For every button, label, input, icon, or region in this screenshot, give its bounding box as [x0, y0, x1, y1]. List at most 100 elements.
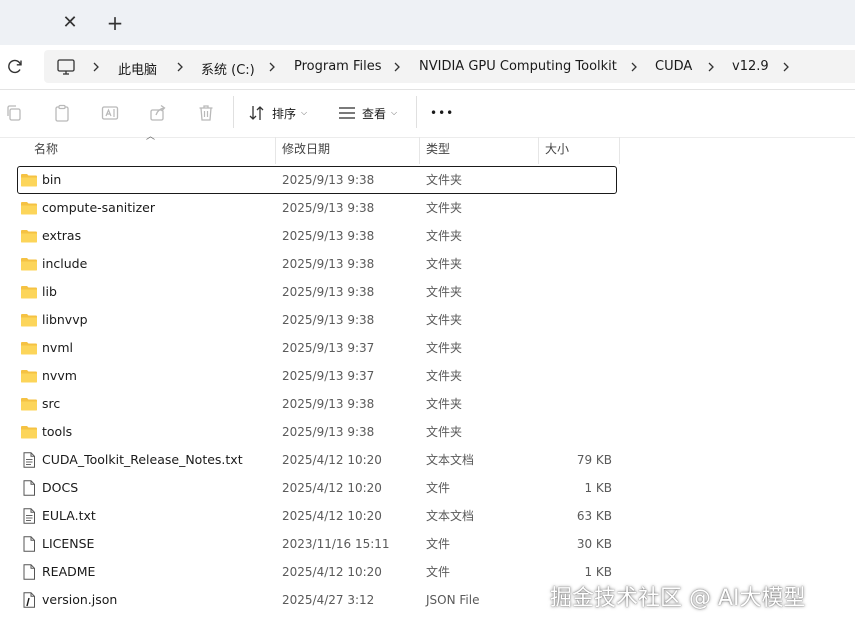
file-name: tools: [42, 424, 73, 439]
text-file-icon: [20, 452, 38, 468]
file-type: 文件夹: [426, 341, 463, 355]
file-date: 2025/4/27 3:12: [282, 593, 375, 607]
file-name: include: [42, 256, 88, 271]
file-type: 文件夹: [426, 425, 463, 439]
more-options-button[interactable]: •••: [430, 101, 454, 125]
file-name: lib: [42, 284, 57, 299]
file-icon: [20, 564, 38, 580]
view-label: 查看: [362, 106, 387, 121]
chevron-right-icon[interactable]: [628, 59, 640, 75]
breadcrumb-program-files[interactable]: Program Files: [294, 59, 382, 74]
file-row[interactable]: LICENSE 2023/11/16 15:11 文件 30 KB: [18, 531, 616, 557]
new-tab-button[interactable]: +: [104, 12, 126, 34]
paste-icon[interactable]: [52, 103, 72, 123]
column-divider[interactable]: [619, 137, 620, 164]
file-type: 文件夹: [426, 285, 463, 299]
file-name: README: [42, 564, 96, 579]
json-file-icon: [20, 592, 38, 608]
share-icon[interactable]: [148, 103, 168, 123]
sort-label: 排序: [272, 106, 297, 121]
column-divider[interactable]: [275, 137, 276, 164]
file-type: 文件夹: [426, 369, 463, 383]
view-button[interactable]: 查看 ⌵: [338, 101, 397, 125]
file-type: 文本文档: [426, 509, 475, 523]
file-type: 文件: [426, 565, 451, 579]
file-date: 2025/4/12 10:20: [282, 509, 382, 523]
breadcrumb-this-pc[interactable]: 此电脑: [118, 59, 157, 78]
file-date: 2025/9/13 9:38: [282, 229, 375, 243]
file-name: LICENSE: [42, 536, 95, 551]
file-date: 2025/4/12 10:20: [282, 481, 382, 495]
file-row[interactable]: compute-sanitizer 2025/9/13 9:38 文件夹: [18, 195, 616, 221]
file-row[interactable]: lib 2025/9/13 9:38 文件夹: [18, 279, 616, 305]
chevron-right-icon[interactable]: [174, 59, 186, 75]
sort-icon: [249, 106, 264, 120]
column-divider[interactable]: [419, 137, 420, 164]
file-type: 文件夹: [426, 257, 463, 271]
file-icon: [20, 480, 38, 496]
rename-icon[interactable]: [100, 103, 120, 123]
column-type[interactable]: 类型: [426, 137, 450, 164]
breadcrumb-cuda[interactable]: CUDA: [655, 59, 692, 74]
address-bar[interactable]: 此电脑 系统 (C:) Program Files NVIDIA GPU Com…: [44, 50, 855, 83]
navigation-bar: 此电脑 系统 (C:) Program Files NVIDIA GPU Com…: [0, 45, 855, 90]
chevron-right-icon[interactable]: [266, 59, 278, 75]
folder-icon: [20, 256, 38, 272]
file-row[interactable]: DOCS 2025/4/12 10:20 文件 1 KB: [18, 475, 616, 501]
column-size[interactable]: 大小: [545, 137, 569, 164]
file-row[interactable]: include 2025/9/13 9:38 文件夹: [18, 251, 616, 277]
file-date: 2025/9/13 9:37: [282, 341, 375, 355]
file-name: bin: [42, 172, 62, 187]
file-date: 2025/9/13 9:38: [282, 257, 375, 271]
breadcrumb-system-drive[interactable]: 系统 (C:): [201, 59, 255, 78]
file-row[interactable]: src 2025/9/13 9:38 文件夹: [18, 391, 616, 417]
file-name: extras: [42, 228, 82, 243]
file-row[interactable]: extras 2025/9/13 9:38 文件夹: [18, 223, 616, 249]
refresh-icon[interactable]: [4, 55, 26, 77]
file-type: 文件夹: [426, 397, 463, 411]
column-divider[interactable]: [538, 137, 539, 164]
file-type: 文件夹: [426, 229, 463, 243]
column-date[interactable]: 修改日期: [282, 137, 330, 164]
file-row[interactable]: tools 2025/9/13 9:38 文件夹: [18, 419, 616, 445]
file-date: 2025/9/13 9:38: [282, 425, 375, 439]
file-row[interactable]: CUDA_Toolkit_Release_Notes.txt 2025/4/12 …: [18, 447, 616, 473]
breadcrumb-version[interactable]: v12.9: [732, 59, 769, 74]
file-date: 2025/9/13 9:38: [282, 397, 375, 411]
chevron-right-icon[interactable]: [391, 59, 403, 75]
folder-icon: [20, 368, 38, 384]
file-date: 2025/9/13 9:38: [282, 173, 375, 187]
command-bar: 排序 ⌵ 查看 ⌵ •••: [0, 89, 855, 138]
file-type: 文件夹: [426, 313, 463, 327]
file-name: nvvm: [42, 368, 77, 383]
file-size: 30 KB: [576, 537, 612, 551]
file-name: CUDA_Toolkit_Release_Notes.txt: [42, 452, 243, 467]
file-size: 1 KB: [584, 481, 612, 495]
breadcrumb-nvidia-toolkit[interactable]: NVIDIA GPU Computing Toolkit: [419, 59, 617, 74]
toolbar-divider: [233, 96, 234, 128]
file-name: version.json: [42, 592, 118, 607]
file-row[interactable]: EULA.txt 2025/4/12 10:20 文本文档 63 KB: [18, 503, 616, 529]
folder-icon: [20, 284, 38, 300]
sort-button[interactable]: 排序 ⌵: [248, 101, 307, 125]
file-row[interactable]: README 2025/4/12 10:20 文件 1 KB: [18, 559, 616, 585]
chevron-right-icon[interactable]: [90, 59, 102, 75]
file-type: JSON File: [426, 593, 480, 607]
file-row[interactable]: nvml 2025/9/13 9:37 文件夹: [18, 335, 616, 361]
file-row[interactable]: bin 2025/9/13 9:38 文件夹: [17, 166, 617, 194]
close-tab-icon[interactable]: ✕: [60, 13, 80, 33]
chevron-right-icon[interactable]: [705, 59, 717, 75]
file-row[interactable]: version.json 2025/4/27 3:12 JSON File: [18, 587, 616, 613]
file-type: 文件夹: [426, 201, 463, 215]
file-row[interactable]: libnvvp 2025/9/13 9:38 文件夹: [18, 307, 616, 333]
file-size: 63 KB: [576, 509, 612, 523]
column-name[interactable]: 名称: [34, 137, 58, 164]
computer-icon: [57, 59, 75, 75]
file-type: 文本文档: [426, 453, 475, 467]
file-row[interactable]: nvvm 2025/9/13 9:37 文件夹: [18, 363, 616, 389]
copy-icon[interactable]: [4, 103, 24, 123]
delete-icon[interactable]: [196, 103, 216, 123]
folder-icon: [20, 200, 38, 216]
chevron-right-icon[interactable]: [780, 59, 792, 75]
tab-bar: ✕ +: [0, 0, 855, 45]
